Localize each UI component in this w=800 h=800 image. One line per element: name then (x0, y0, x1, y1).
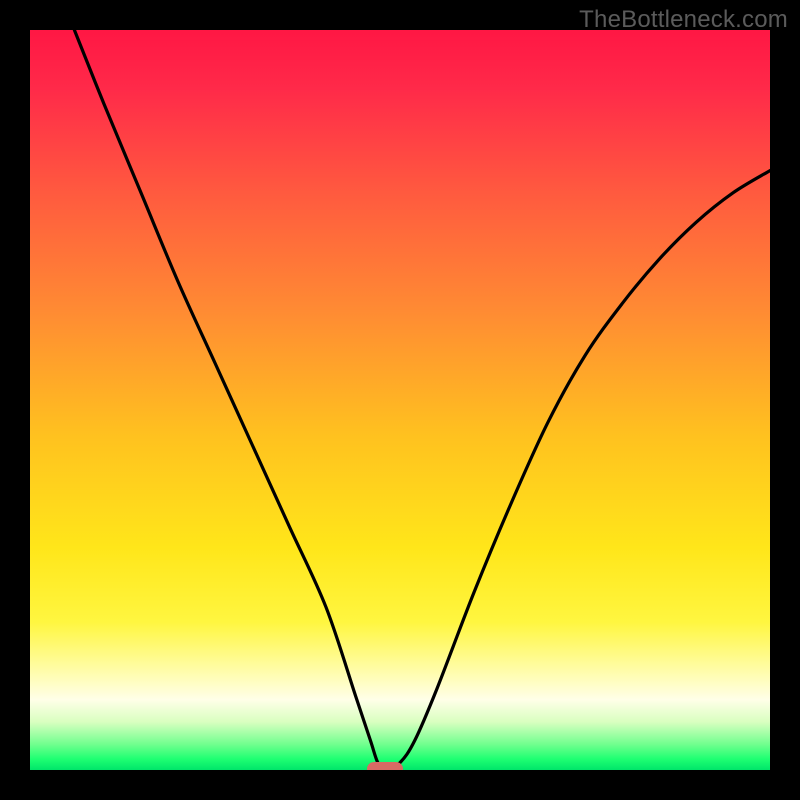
plot-area (30, 30, 770, 770)
watermark-text: TheBottleneck.com (579, 6, 788, 34)
chart-frame: TheBottleneck.com (0, 0, 800, 800)
bottleneck-curve (30, 30, 770, 770)
optimal-marker (367, 762, 403, 770)
